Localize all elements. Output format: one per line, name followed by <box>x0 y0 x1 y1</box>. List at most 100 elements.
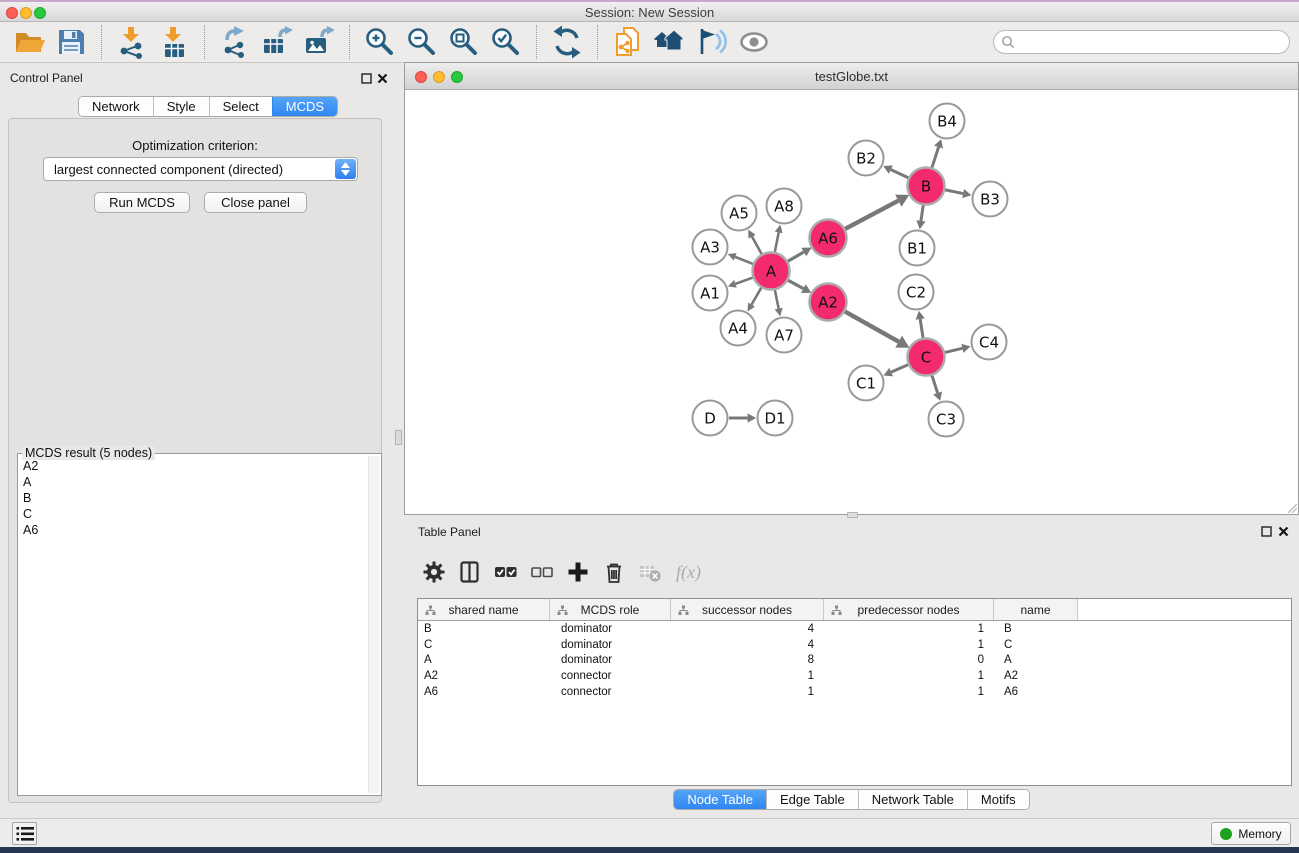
save-session-icon[interactable] <box>54 25 88 59</box>
column-header-predecessor-nodes[interactable]: predecessor nodes <box>824 599 994 620</box>
cell: 1 <box>824 623 994 635</box>
cell: A <box>418 654 550 666</box>
graph-node-C1[interactable]: C1 <box>849 366 884 401</box>
memory-button[interactable]: Memory <box>1211 822 1291 845</box>
graph-node-A6[interactable]: A6 <box>810 220 847 257</box>
network-window-titlebar[interactable]: testGlobe.txt <box>405 63 1298 90</box>
column-header-name[interactable]: name <box>994 599 1078 620</box>
deselect-all-columns-icon[interactable] <box>529 559 555 585</box>
graph-node-C2[interactable]: C2 <box>899 275 934 310</box>
show-hide-details-icon[interactable] <box>737 25 771 59</box>
graph-node-B2[interactable]: B2 <box>849 141 884 176</box>
toolbar-separator <box>204 25 205 59</box>
open-session-icon[interactable] <box>12 25 46 59</box>
network-view-window: testGlobe.txt B4 B2 B B3 B1 C2 A5 A8 A6 A3 A A1 A2 A4… <box>404 62 1299 515</box>
zoom-out-icon[interactable] <box>405 25 439 59</box>
toggle-graphics-details-icon[interactable] <box>695 25 729 59</box>
graph-node-C[interactable]: C <box>908 339 945 376</box>
result-item[interactable]: B <box>23 490 367 506</box>
criterion-dropdown[interactable]: largest connected component (directed) <box>43 157 358 181</box>
column-header-MCDS-role[interactable]: MCDS role <box>550 599 671 620</box>
cell: connector <box>550 670 671 682</box>
table-toolbar: f(x) <box>416 552 701 592</box>
edge-B-B1 <box>921 205 923 221</box>
cell: 4 <box>671 639 824 651</box>
cell: 0 <box>824 654 994 666</box>
table-tab-node-table[interactable]: Node Table <box>674 790 766 809</box>
run-mcds-button[interactable]: Run MCDS <box>94 192 190 213</box>
refresh-view-icon[interactable] <box>550 25 584 59</box>
close-panel-icon[interactable] <box>377 73 388 84</box>
close-table-panel-icon[interactable] <box>1278 526 1289 537</box>
result-item[interactable]: C <box>23 506 367 522</box>
splitter-grip-vertical[interactable] <box>395 430 402 445</box>
graph-node-A7[interactable]: A7 <box>767 318 802 353</box>
search-input[interactable] <box>1015 35 1289 49</box>
table-settings-gear-icon[interactable] <box>421 559 447 585</box>
graph-node-B4[interactable]: B4 <box>930 104 965 139</box>
tab-mcds[interactable]: MCDS <box>272 97 337 116</box>
column-header-successor-nodes[interactable]: successor nodes <box>671 599 824 620</box>
graph-node-A8[interactable]: A8 <box>767 189 802 224</box>
graph-node-C3[interactable]: C3 <box>929 402 964 437</box>
close-panel-button[interactable]: Close panel <box>204 192 307 213</box>
column-header-shared-name[interactable]: shared name <box>418 599 550 620</box>
show-panels-button[interactable] <box>12 822 37 845</box>
network-canvas[interactable]: B4 B2 B B3 B1 C2 A5 A8 A6 A3 A A1 A2 A4 A7 C C4 C1 C3 D D1 <box>405 90 1298 514</box>
home-icon[interactable] <box>653 25 687 59</box>
svg-text:B4: B4 <box>937 113 957 131</box>
table-row[interactable]: Bdominator41B <box>418 621 1291 637</box>
table-row[interactable]: Cdominator41C <box>418 637 1291 653</box>
graph-node-D1[interactable]: D1 <box>758 401 793 436</box>
clone-network-icon[interactable] <box>611 25 645 59</box>
svg-text:A: A <box>766 263 777 281</box>
splitter-grip-horizontal[interactable] <box>847 512 858 518</box>
svg-text:A6: A6 <box>818 230 838 248</box>
result-item[interactable]: A6 <box>23 522 367 538</box>
table-row[interactable]: Adominator80A <box>418 653 1291 669</box>
svg-text:A4: A4 <box>728 320 748 338</box>
table-row[interactable]: A6connector11A6 <box>418 684 1291 700</box>
export-table-icon[interactable] <box>260 25 294 59</box>
graph-node-C4[interactable]: C4 <box>972 325 1007 360</box>
zoom-selected-icon[interactable] <box>489 25 523 59</box>
search-box[interactable] <box>993 30 1290 54</box>
graph-node-A3[interactable]: A3 <box>693 230 728 265</box>
tab-style[interactable]: Style <box>153 97 209 116</box>
result-item[interactable]: A2 <box>23 458 367 474</box>
tab-network[interactable]: Network <box>79 97 153 116</box>
select-all-columns-icon[interactable] <box>493 559 519 585</box>
table-tab-edge-table[interactable]: Edge Table <box>766 790 858 809</box>
show-columns-icon[interactable] <box>457 559 483 585</box>
graph-node-A[interactable]: A <box>753 253 790 290</box>
cell: C <box>994 639 1078 651</box>
table-tab-motifs[interactable]: Motifs <box>967 790 1029 809</box>
delete-column-trash-icon[interactable] <box>601 559 627 585</box>
create-column-plus-icon[interactable] <box>565 559 591 585</box>
session-title: Session: New Session <box>0 5 1299 20</box>
float-panel-icon[interactable] <box>361 73 372 84</box>
cell: 1 <box>671 686 824 698</box>
edge-A-A4 <box>752 287 762 304</box>
graph-node-A1[interactable]: A1 <box>693 276 728 311</box>
graph-node-B[interactable]: B <box>908 168 945 205</box>
import-network-icon[interactable] <box>115 25 149 59</box>
graph-node-B3[interactable]: B3 <box>973 182 1008 217</box>
table-tab-network-table[interactable]: Network Table <box>858 790 967 809</box>
export-network-icon[interactable] <box>218 25 252 59</box>
graph-node-A4[interactable]: A4 <box>721 311 756 346</box>
export-image-icon[interactable] <box>302 25 336 59</box>
float-table-panel-icon[interactable] <box>1261 526 1272 537</box>
import-table-icon[interactable] <box>157 25 191 59</box>
tab-select[interactable]: Select <box>209 97 272 116</box>
graph-node-D[interactable]: D <box>693 401 728 436</box>
resize-grip-icon[interactable] <box>1285 501 1297 513</box>
zoom-fit-icon[interactable] <box>447 25 481 59</box>
graph-node-A2[interactable]: A2 <box>810 284 847 321</box>
result-item[interactable]: A <box>23 474 367 490</box>
graph-node-A5[interactable]: A5 <box>722 196 757 231</box>
graph-node-B1[interactable]: B1 <box>900 231 935 266</box>
result-scrollbar[interactable] <box>368 456 379 793</box>
table-row[interactable]: A2connector11A2 <box>418 668 1291 684</box>
zoom-in-icon[interactable] <box>363 25 397 59</box>
